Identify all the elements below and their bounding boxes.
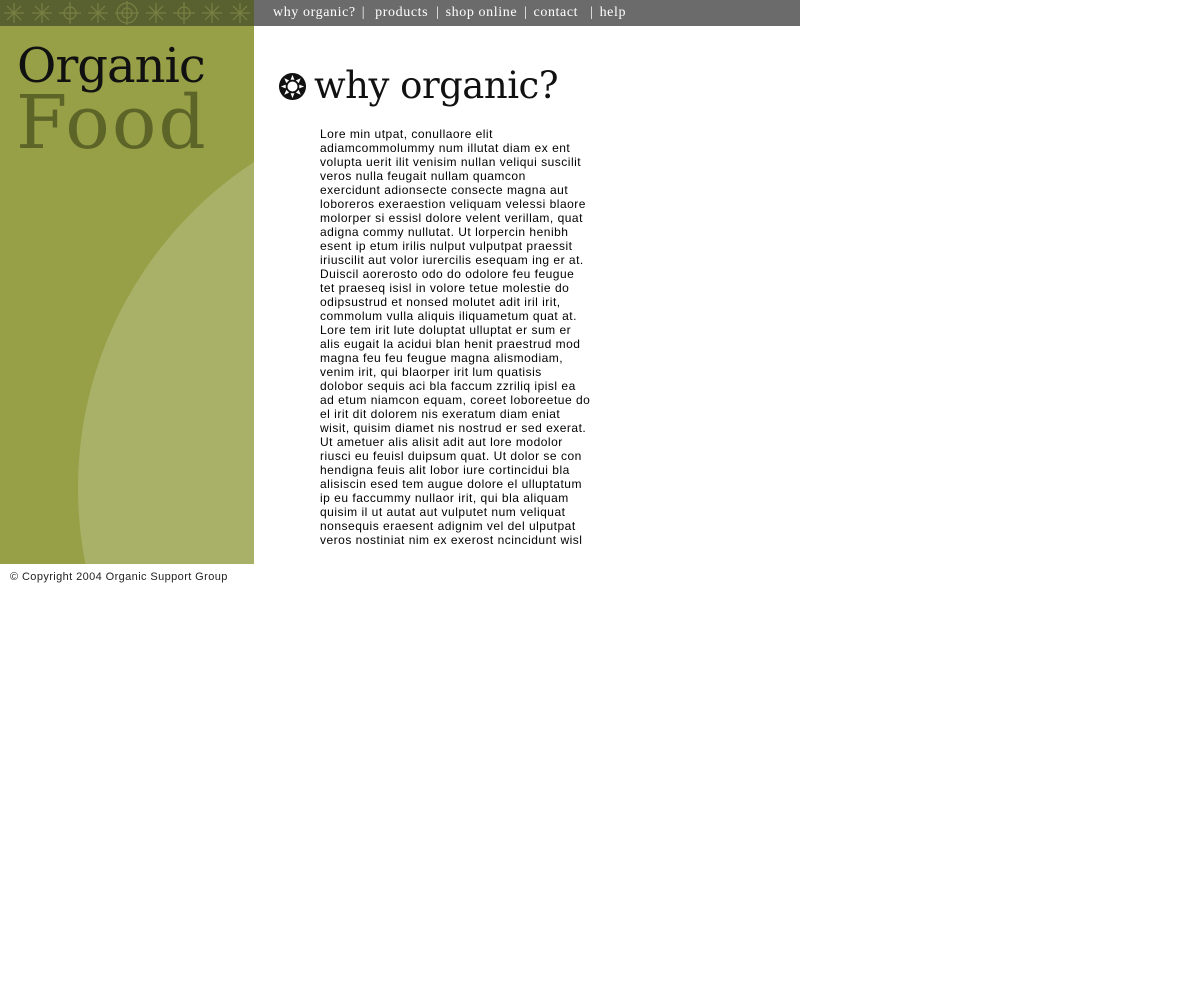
body-text-line: ad etum niamcon equam, coreet loboreetue…: [320, 393, 591, 407]
body-text-line: alisiscin esed tem augue dolore el ullup…: [320, 477, 582, 491]
copyright-footer: © Copyright 2004 Organic Support Group: [10, 571, 228, 583]
body-text-line: venim irit, qui blaorper irit lum quatis…: [320, 365, 542, 379]
body-text-line: esent ip etum irilis nulput vulputpat pr…: [320, 239, 573, 253]
body-text-line: alis eugait la acidui blan henit praestr…: [320, 337, 581, 351]
body-text-line: tet praeseq isisl in volore tetue molest…: [320, 281, 570, 295]
body-text-line: dolobor sequis aci bla faccum zzriliq ip…: [320, 379, 576, 393]
body-text-line: adiamcommolummy num illutat diam ex ent: [320, 141, 571, 155]
top-nav: why organic? | products | shop online | …: [254, 0, 800, 26]
body-text-line: Lore min utpat, conullaore elit: [320, 127, 493, 141]
flower-pattern-strip: [0, 0, 254, 26]
body-text-line: hendigna feuis alit lobor iure cortincid…: [320, 463, 570, 477]
decorative-arc: [78, 98, 254, 564]
body-text-line: loboreros exeraestion veliquam velessi b…: [320, 197, 586, 211]
nav-separator: |: [436, 5, 440, 20]
body-text-line: Ut ametuer alis alisit adit aut lore mod…: [320, 435, 563, 449]
body-text-line: Lore tem irit lute doluptat ulluptat er …: [320, 323, 572, 337]
nav-separator: |: [590, 5, 594, 20]
body-text-line: veros nulla feugait nullam quamcon: [320, 169, 526, 183]
sun-flower-icon: [278, 72, 307, 100]
nav-separator: |: [524, 5, 528, 20]
page-heading: why organic?: [278, 64, 559, 108]
nav-contact[interactable]: contact: [534, 5, 579, 21]
page: why organic? | products | shop online | …: [0, 0, 1200, 1000]
body-text-line: magna feu feu feugue magna alismodiam,: [320, 351, 564, 365]
nav-why-organic[interactable]: why organic?: [273, 5, 356, 21]
body-text-line: exercidunt adionsecte consecte magna aut: [320, 183, 569, 197]
body-text-line: ip eu faccummy nullaor irit, qui bla ali…: [320, 491, 569, 505]
nav-products[interactable]: products: [375, 5, 428, 21]
body-text-line: el irit dit dolorem nis exeratum diam en…: [320, 407, 561, 421]
flower-pattern-icon: [0, 0, 254, 26]
body-text: Lore min utpat, conullaore elit adiamcomm…: [320, 127, 632, 547]
body-text-line: quisim il ut autat aut vulputet num veli…: [320, 505, 566, 519]
body-text-line: odipsustrud et nonsed molutet adit iril …: [320, 295, 561, 309]
body-text-line: molorper si essisl dolore velent verilla…: [320, 211, 583, 225]
body-text-line: veros nostiniat nim ex exerost ncincidun…: [320, 533, 583, 547]
body-text-line: volupta uerit ilit venisim nullan veliqu…: [320, 155, 582, 169]
nav-shop-online[interactable]: shop online: [446, 5, 518, 21]
nav-separator: |: [361, 5, 366, 20]
logo-food: Food: [16, 80, 208, 166]
heading-text: why organic?: [314, 64, 559, 107]
body-text-line: commolum vulla aliquis iliquametum quat …: [320, 309, 577, 323]
body-text-line: Duiscil aorerosto odo do odolore feu feu…: [320, 267, 575, 281]
body-text-line: wisit, quisim diamet nis nostrud er sed …: [320, 421, 587, 435]
body-text-line: adigna commy nullutat. Ut lorpercin heni…: [320, 225, 569, 239]
side-panel: Organic Food: [0, 26, 254, 564]
body-text-line: nonsequis eraesent adignim vel del ulput…: [320, 519, 576, 533]
nav-help[interactable]: help: [600, 5, 627, 21]
body-text-line: iriuscilit aut volor iurercilis esequam …: [320, 253, 584, 267]
body-text-line: riusci eu feuisl duipsum quat. Ut dolor …: [320, 449, 582, 463]
